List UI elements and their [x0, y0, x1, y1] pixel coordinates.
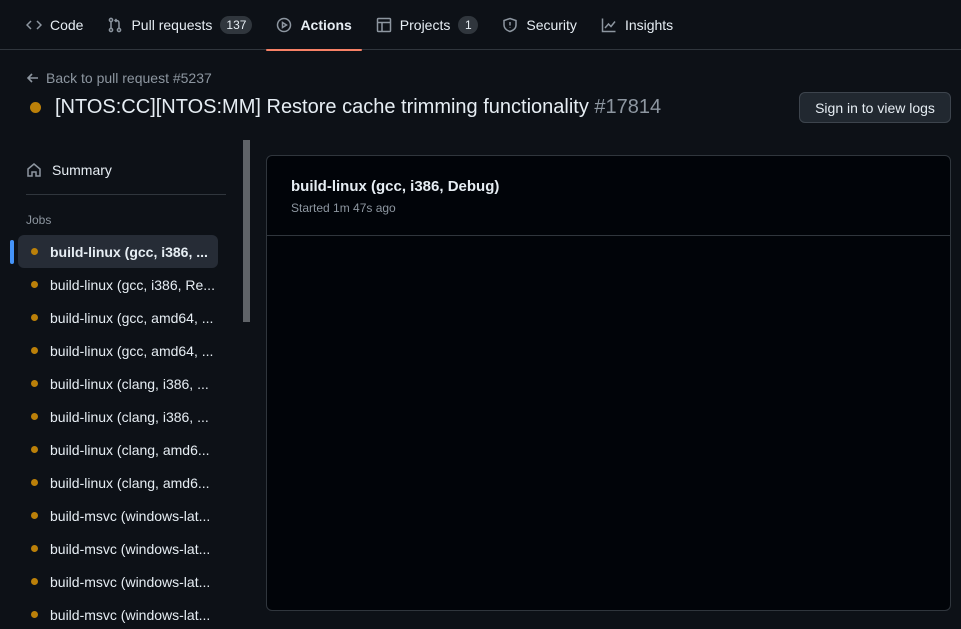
- in-progress-status-icon: [31, 347, 38, 354]
- in-progress-status-icon: [31, 380, 38, 387]
- jobs-heading: Jobs: [26, 213, 52, 227]
- job-item-label: build-linux (gcc, i386, Re...: [50, 276, 215, 293]
- back-to-pull-request-link[interactable]: Back to pull request #5237: [26, 70, 212, 86]
- in-progress-status-icon: [31, 611, 38, 618]
- table-icon: [376, 17, 392, 33]
- in-progress-status-icon: [31, 446, 38, 453]
- code-icon: [26, 20, 42, 30]
- page-title: [NTOS:CC][NTOS:MM] Restore cache trimmin…: [55, 96, 661, 119]
- summary-link[interactable]: Summary: [26, 162, 112, 178]
- tab-label: Code: [50, 17, 84, 33]
- run-sidebar: Summary Jobs build-linux (gcc, i386, ...…: [0, 140, 250, 629]
- tab-label: Actions: [300, 17, 352, 33]
- sign-in-to-view-logs-button[interactable]: Sign in to view logs: [799, 92, 951, 123]
- tab-label: Pull requests: [131, 17, 213, 33]
- job-item[interactable]: build-msvc (windows-lat...: [0, 598, 240, 629]
- home-icon: [27, 163, 41, 177]
- in-progress-status-icon: [31, 578, 38, 585]
- job-item-label: build-linux (clang, amd6...: [50, 474, 210, 491]
- tab-label: Projects: [399, 17, 451, 33]
- tab-insights[interactable]: Insights: [591, 0, 683, 50]
- job-item[interactable]: build-linux (gcc, amd64, ...: [0, 334, 240, 367]
- projects-count: 1: [458, 16, 479, 34]
- repo-tab-nav: Code Pull requests 137 Actions Projects …: [0, 0, 961, 51]
- run-title: [NTOS:CC][NTOS:MM] Restore cache trimmin…: [55, 96, 589, 118]
- pull-request-icon: [109, 17, 122, 33]
- in-progress-status-icon: [31, 248, 38, 255]
- in-progress-status-icon: [31, 314, 38, 321]
- play-icon: [277, 17, 292, 33]
- job-item[interactable]: build-linux (clang, i386, ...: [0, 400, 240, 433]
- run-title-row: [NTOS:CC][NTOS:MM] Restore cache trimmin…: [30, 96, 661, 119]
- tab-label: Insights: [624, 17, 674, 33]
- tab-code[interactable]: Code: [16, 0, 93, 50]
- job-title: build-linux (gcc, i386, Debug): [291, 178, 500, 195]
- in-progress-status-icon: [31, 479, 38, 486]
- job-item-label: build-msvc (windows-lat...: [50, 540, 211, 557]
- tab-security[interactable]: Security: [492, 0, 587, 50]
- job-item[interactable]: build-msvc (windows-lat...: [0, 565, 240, 598]
- job-item-label: build-linux (gcc, i386, ...: [50, 243, 208, 260]
- in-progress-status-icon: [31, 512, 38, 519]
- in-progress-status-icon: [31, 413, 38, 420]
- job-log-panel: build-linux (gcc, i386, Debug) Started 1…: [266, 155, 951, 611]
- job-item-label: build-linux (clang, i386, ...: [50, 375, 209, 392]
- tab-projects[interactable]: Projects 1: [366, 0, 489, 50]
- job-item[interactable]: build-msvc (windows-lat...: [0, 499, 240, 532]
- in-progress-status-icon: [31, 281, 38, 288]
- run-number: #17814: [594, 96, 662, 118]
- job-item-label: build-linux (gcc, amd64, ...: [50, 309, 214, 326]
- in-progress-status-icon: [30, 102, 41, 113]
- job-item-label: build-msvc (windows-lat...: [50, 573, 211, 590]
- arrow-left-icon: [26, 73, 38, 83]
- shield-icon: [503, 17, 518, 33]
- sidebar-scrollbar[interactable]: [243, 140, 250, 322]
- jobs-list: build-linux (gcc, i386, ... build-linux (…: [0, 235, 240, 629]
- summary-label: Summary: [52, 162, 112, 178]
- job-item[interactable]: build-linux (gcc, amd64, ...: [0, 301, 240, 334]
- tab-actions[interactable]: Actions: [266, 0, 363, 51]
- job-item-label: build-msvc (windows-lat...: [50, 507, 211, 524]
- job-item[interactable]: build-msvc (windows-lat...: [0, 532, 240, 565]
- job-item-label: build-msvc (windows-lat...: [50, 606, 211, 623]
- job-item[interactable]: build-linux (gcc, i386, ...: [0, 235, 240, 268]
- job-item[interactable]: build-linux (clang, amd6...: [0, 433, 240, 466]
- back-link-label: Back to pull request #5237: [46, 70, 212, 86]
- graph-icon: [601, 18, 616, 33]
- job-started-time: Started 1m 47s ago: [291, 201, 396, 215]
- tab-pull-requests[interactable]: Pull requests 137: [97, 0, 262, 50]
- job-item-label: build-linux (clang, amd6...: [50, 441, 210, 458]
- sidebar-divider: [26, 194, 226, 195]
- job-item[interactable]: build-linux (gcc, i386, Re...: [0, 268, 240, 301]
- pull-requests-count: 137: [220, 16, 253, 34]
- job-item-label: build-linux (gcc, amd64, ...: [50, 342, 214, 359]
- tab-label: Security: [526, 17, 577, 33]
- job-item[interactable]: build-linux (clang, amd6...: [0, 466, 240, 499]
- job-item-label: build-linux (clang, i386, ...: [50, 408, 209, 425]
- job-header: build-linux (gcc, i386, Debug) Started 1…: [267, 156, 950, 236]
- job-item[interactable]: build-linux (clang, i386, ...: [0, 367, 240, 400]
- in-progress-status-icon: [31, 545, 38, 552]
